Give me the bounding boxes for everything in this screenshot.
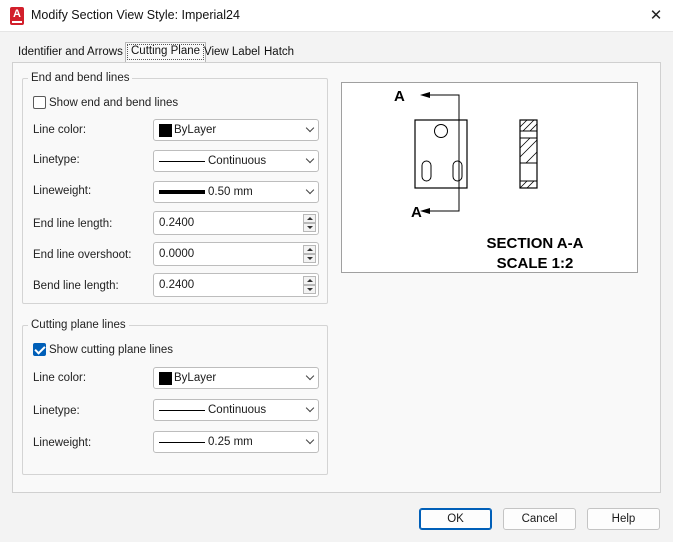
part-slot-right	[452, 160, 463, 182]
tab-cutting-plane[interactable]: Cutting Plane	[125, 42, 207, 62]
cutting-plane-lines-title: Cutting plane lines	[28, 319, 129, 331]
section-view	[519, 119, 538, 189]
end-bend-linetype-value: Continuous	[208, 155, 267, 167]
show-cutting-plane-lines-label: Show cutting plane lines	[49, 344, 174, 356]
part-hole	[434, 124, 448, 138]
cutting-plane-line-color-select[interactable]: ByLayer	[153, 367, 319, 389]
end-bend-line-color-select[interactable]: ByLayer	[153, 119, 319, 141]
end-line-length-value: 0.2400	[159, 217, 195, 229]
tab-identifier-and-arrows[interactable]: Identifier and Arrows	[13, 44, 128, 63]
spin-down-icon[interactable]	[303, 285, 316, 294]
color-swatch	[159, 372, 172, 385]
cutting-plane-line-color-value: ByLayer	[174, 372, 217, 384]
section-title-text: SECTION A-A	[487, 235, 584, 252]
end-bend-linetype-label: Linetype:	[33, 154, 80, 166]
cutting-plane-linetype-select[interactable]: Continuous	[153, 399, 319, 421]
end-bend-lineweight-label: Lineweight:	[33, 185, 92, 197]
ok-button[interactable]: OK	[419, 508, 492, 530]
spin-up-icon[interactable]	[303, 276, 316, 285]
cancel-button[interactable]: Cancel	[503, 508, 576, 530]
end-line-overshoot-spinner[interactable]: 0.0000	[153, 242, 319, 266]
end-bend-lines-title: End and bend lines	[28, 72, 133, 84]
tab-view-label[interactable]: View Label	[199, 44, 265, 63]
bend-line-length-value: 0.2400	[159, 279, 195, 291]
end-bend-line-color-value: ByLayer	[174, 124, 217, 136]
section-label-bottom: A	[411, 204, 422, 221]
show-end-bend-lines-checkbox[interactable]	[33, 96, 46, 109]
chevron-down-icon	[305, 185, 315, 195]
arrow-top-icon	[420, 92, 430, 98]
lineweight-sample	[159, 442, 205, 443]
cutting-plane-lineweight-value: 0.25 mm	[208, 436, 253, 448]
preview-drawing: A A SECTION A-A SCALE 1:2	[394, 88, 584, 272]
scale-text: SCALE 1:2	[497, 255, 574, 272]
section-label-top: A	[394, 88, 405, 105]
cutting-plane-lineweight-select[interactable]: 0.25 mm	[153, 431, 319, 453]
bend-line-length-spinner[interactable]: 0.2400	[153, 273, 319, 297]
chevron-down-icon	[305, 371, 315, 381]
autocad-app-icon: A	[10, 7, 24, 25]
cutting-plane-line	[445, 94, 460, 212]
end-bend-lineweight-value: 0.50 mm	[208, 186, 253, 198]
window-title: Modify Section View Style: Imperial24	[31, 8, 240, 22]
end-bend-linetype-select[interactable]: Continuous	[153, 150, 319, 172]
linetype-sample	[159, 410, 205, 411]
bend-line-length-label: Bend line length:	[33, 280, 119, 292]
close-icon: ✕	[649, 7, 663, 24]
cutting-plane-lineweight-label: Lineweight:	[33, 437, 92, 449]
section-view-preview: A A SECTION A-A SCALE 1:2	[341, 82, 638, 273]
end-line-length-label: End line length:	[33, 218, 113, 230]
color-swatch	[159, 124, 172, 137]
lineweight-sample	[159, 190, 205, 194]
cutting-plane-linetype-value: Continuous	[208, 404, 267, 416]
spin-down-icon[interactable]	[303, 254, 316, 263]
chevron-down-icon	[305, 435, 315, 445]
spin-down-icon[interactable]	[303, 223, 316, 232]
end-line-overshoot-label: End line overshoot:	[33, 249, 132, 261]
spin-up-icon[interactable]	[303, 214, 316, 223]
show-end-bend-lines-label: Show end and bend lines	[49, 97, 179, 109]
title-bar: A Modify Section View Style: Imperial24 …	[0, 0, 673, 32]
chevron-down-icon	[305, 403, 315, 413]
part-slot-left	[421, 160, 432, 182]
end-bend-lineweight-select[interactable]: 0.50 mm	[153, 181, 319, 203]
chevron-down-icon	[305, 154, 315, 164]
end-line-overshoot-value: 0.0000	[159, 248, 195, 260]
tab-hatch[interactable]: Hatch	[259, 44, 299, 63]
help-button[interactable]: Help	[587, 508, 660, 530]
show-cutting-plane-lines-checkbox[interactable]	[33, 343, 46, 356]
cutting-plane-line-color-label: Line color:	[33, 372, 87, 384]
linetype-sample	[159, 161, 205, 162]
end-bend-line-color-label: Line color:	[33, 124, 87, 136]
spin-up-icon[interactable]	[303, 245, 316, 254]
chevron-down-icon	[305, 123, 315, 133]
end-line-length-spinner[interactable]: 0.2400	[153, 211, 319, 235]
cutting-plane-linetype-label: Linetype:	[33, 405, 80, 417]
close-button[interactable]: ✕	[643, 4, 669, 28]
